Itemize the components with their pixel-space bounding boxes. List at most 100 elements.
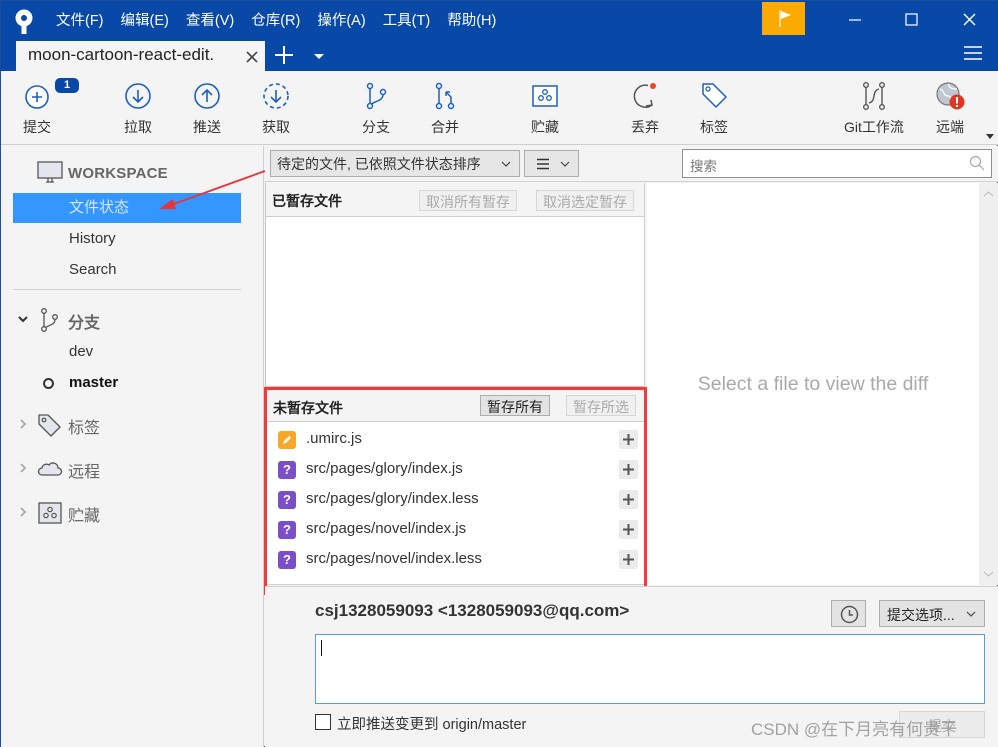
menu-repository[interactable]: 仓库(R) — [251, 10, 300, 32]
stage-selected-button[interactable]: 暂存所选 — [566, 395, 636, 416]
question-icon: ? — [278, 551, 296, 569]
stage-file-button[interactable] — [619, 430, 638, 449]
file-row[interactable]: .umirc.js — [267, 425, 644, 455]
gitflow-toolbar-button[interactable]: Git工作流 — [839, 71, 909, 143]
push-immediately-checkbox[interactable] — [315, 714, 331, 730]
sidebar-item-file-status[interactable]: 文件状态 — [13, 193, 241, 223]
minimize-button[interactable] — [841, 6, 871, 34]
sidebar-section-remotes[interactable]: 远程 — [13, 453, 241, 483]
file-name: src/pages/novel/index.less — [306, 550, 482, 567]
pencil-icon — [278, 431, 296, 449]
notification-flag-button[interactable] — [762, 2, 805, 35]
staged-files-pane: 已暂存文件 取消所有暂存 取消选定暂存 — [265, 183, 645, 387]
diff-pane: Select a file to view the diff — [647, 183, 979, 585]
fetch-dashed-arrow-icon — [263, 83, 289, 109]
discard-icon — [633, 83, 656, 108]
cloud-icon — [37, 462, 63, 476]
diff-scrollbar[interactable] — [979, 183, 998, 585]
file-sort-value: 待定的文件, 已依照文件状态排序 — [277, 156, 481, 172]
view-mode-select[interactable] — [524, 150, 579, 177]
discard-toolbar-button[interactable]: 丢弃 — [620, 71, 670, 143]
maximize-button[interactable] — [897, 6, 927, 34]
chevron-down-icon — [18, 316, 28, 323]
sidebar-section-stashes[interactable]: 贮藏 — [13, 497, 241, 527]
push-toolbar-button[interactable]: 推送 — [182, 71, 232, 143]
question-icon: ? — [278, 491, 296, 509]
file-name: src/pages/glory/index.less — [306, 490, 479, 507]
sidebar-section-branches[interactable]: 分支 — [13, 304, 241, 334]
stage-file-button[interactable] — [619, 520, 638, 539]
file-name: src/pages/novel/index.js — [306, 520, 467, 537]
stage-file-button[interactable] — [619, 550, 638, 569]
push-label: 推送 — [193, 119, 221, 135]
menu-help[interactable]: 帮助(H) — [447, 10, 496, 32]
file-name: src/pages/glory/index.js — [306, 460, 463, 477]
push-immediately-label[interactable]: 立即推送变更到 origin/master — [337, 713, 526, 734]
branch-item-master[interactable]: master — [13, 369, 241, 397]
merge-icon — [435, 82, 455, 110]
commit-message-input[interactable] — [315, 634, 985, 704]
menu-actions[interactable]: 操作(A) — [317, 10, 365, 32]
file-row[interactable]: ? src/pages/glory/index.less — [267, 485, 644, 515]
unstage-selected-button[interactable]: 取消选定暂存 — [536, 190, 634, 211]
fetch-toolbar-button[interactable]: 获取 — [251, 71, 301, 143]
new-tab-plus-icon[interactable] — [273, 43, 295, 67]
pull-label: 拉取 — [124, 119, 152, 135]
staged-title: 已暂存文件 — [272, 193, 342, 209]
remote-toolbar-button[interactable]: 远端 — [925, 71, 975, 143]
toolbar-overflow-chevron-icon[interactable] — [986, 134, 994, 139]
commit-label: 提交 — [23, 119, 51, 135]
file-row[interactable]: ? src/pages/glory/index.js — [267, 455, 644, 485]
flag-icon — [779, 10, 791, 27]
file-filter-bar: 待定的文件, 已依照文件状态排序 搜索 — [265, 146, 998, 182]
tag-icon — [38, 414, 61, 437]
branch-toolbar-button[interactable]: 分支 — [351, 71, 401, 143]
commit-count-badge: 1 — [55, 78, 79, 93]
file-row[interactable]: ? src/pages/novel/index.js — [267, 515, 644, 545]
sidebar: WORKSPACE 文件状态 History Search 分支 dev mas… — [1, 146, 264, 747]
scroll-down-icon[interactable] — [979, 566, 998, 582]
remote-label: 远端 — [936, 119, 964, 135]
tab-list-chevron-icon[interactable] — [313, 53, 325, 61]
merge-toolbar-button[interactable]: 合并 — [420, 71, 470, 143]
close-icon — [963, 13, 976, 26]
workspace-label: WORKSPACE — [68, 165, 168, 182]
unstage-all-button[interactable]: 取消所有暂存 — [419, 190, 517, 211]
branch-icon — [366, 82, 387, 110]
commit-author: csj1328059093 <1328059093@qq.com> — [315, 601, 630, 620]
commit-options-button[interactable]: 提交选项... — [879, 600, 985, 627]
stage-file-button[interactable] — [619, 460, 638, 479]
branch-item-dev[interactable]: dev — [13, 338, 241, 366]
scroll-up-icon[interactable] — [979, 186, 998, 202]
close-window-button[interactable] — [955, 6, 985, 34]
stage-file-button[interactable] — [619, 490, 638, 509]
sidebar-item-history[interactable]: History — [13, 224, 241, 254]
tab-close-icon[interactable] — [245, 47, 259, 65]
staged-header: 已暂存文件 取消所有暂存 取消选定暂存 — [266, 183, 644, 217]
tag-toolbar-button[interactable]: 标签 — [689, 71, 739, 143]
commit-toolbar-button[interactable]: 1 提交 — [13, 71, 79, 143]
repo-tab[interactable]: moon-cartoon-react-edit. — [16, 41, 265, 71]
menu-file[interactable]: 文件(F) — [56, 10, 104, 32]
sidebar-section-tags[interactable]: 标签 — [13, 409, 241, 439]
pull-toolbar-button[interactable]: 拉取 — [113, 71, 163, 143]
hamburger-menu-icon[interactable] — [963, 44, 983, 62]
tag-icon — [702, 83, 727, 108]
sourcetree-window: 文件(F) 编辑(E) 查看(V) 仓库(R) 操作(A) 工具(T) 帮助(H… — [0, 0, 998, 747]
file-sort-select[interactable]: 待定的文件, 已依照文件状态排序 — [270, 150, 520, 177]
search-placeholder: 搜索 — [690, 159, 717, 174]
search-input[interactable]: 搜索 — [682, 149, 992, 178]
menu-edit[interactable]: 编辑(E) — [121, 10, 169, 32]
stash-toolbar-button[interactable]: 贮藏 — [520, 71, 570, 143]
clock-icon — [840, 605, 859, 624]
stage-all-button[interactable]: 暂存所有 — [480, 395, 550, 416]
menu-tools[interactable]: 工具(T) — [383, 10, 431, 32]
sourcetree-logo-icon — [15, 9, 33, 34]
stash-icon — [38, 502, 62, 524]
tag-label: 标签 — [700, 119, 728, 135]
sidebar-item-search[interactable]: Search — [13, 255, 241, 285]
commit-history-button[interactable] — [831, 600, 866, 627]
menu-view[interactable]: 查看(V) — [186, 10, 234, 32]
text-caret — [321, 640, 322, 656]
file-row[interactable]: ? src/pages/novel/index.less — [267, 545, 644, 575]
